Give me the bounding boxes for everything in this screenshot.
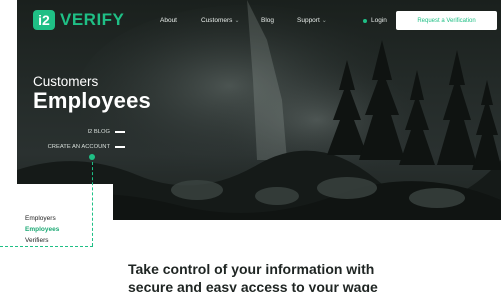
subnav-item-employers[interactable]: Employers [25,215,56,222]
side-link-create-account[interactable]: CREATE AN ACCOUNT [30,144,110,150]
section-headline: Take control of your information with se… [128,260,428,292]
logo-wordmark: VERIFY [60,10,125,29]
request-verification-button[interactable]: Request a Verification [396,11,497,30]
subnav-item-verifiers[interactable]: Verifiers [25,237,48,244]
chevron-down-icon: ⌄ [321,18,327,24]
page: i2 VERIFY About Customers ⌄ Blog Support ⌄… [0,0,501,292]
headline-line-1: Take control of your information with [128,261,375,277]
subnav-item-employees[interactable]: Employees [25,226,59,233]
dashed-connector-vertical [92,162,93,246]
dash-decoration [115,146,125,148]
side-link-blog[interactable]: I2 BLOG [48,129,110,135]
dash-decoration [115,131,125,133]
nav-item-support[interactable]: Support ⌄ [297,17,327,24]
hero-subtitle: Customers [33,74,99,89]
page-title: Employees [33,88,151,113]
login-link[interactable]: Login [363,17,387,24]
nav-item-blog[interactable]: Blog [261,17,274,24]
chevron-down-icon: ⌄ [234,18,240,24]
nav-label: Support [297,17,320,24]
dashed-connector-horizontal [0,246,93,247]
nav-item-customers[interactable]: Customers ⌄ [201,17,239,24]
logo-badge: i2 [33,10,55,30]
nav-label: Customers [201,17,233,24]
nav-item-about[interactable]: About [160,17,177,24]
headline-line-2: secure and easy access to your wage [128,279,378,292]
brand-logo[interactable]: i2 VERIFY [33,8,124,32]
nav-label: Blog [261,17,275,24]
user-icon [363,18,367,23]
login-label: Login [371,17,387,24]
scroll-indicator-dot [89,154,95,160]
nav-label: About [160,17,177,24]
